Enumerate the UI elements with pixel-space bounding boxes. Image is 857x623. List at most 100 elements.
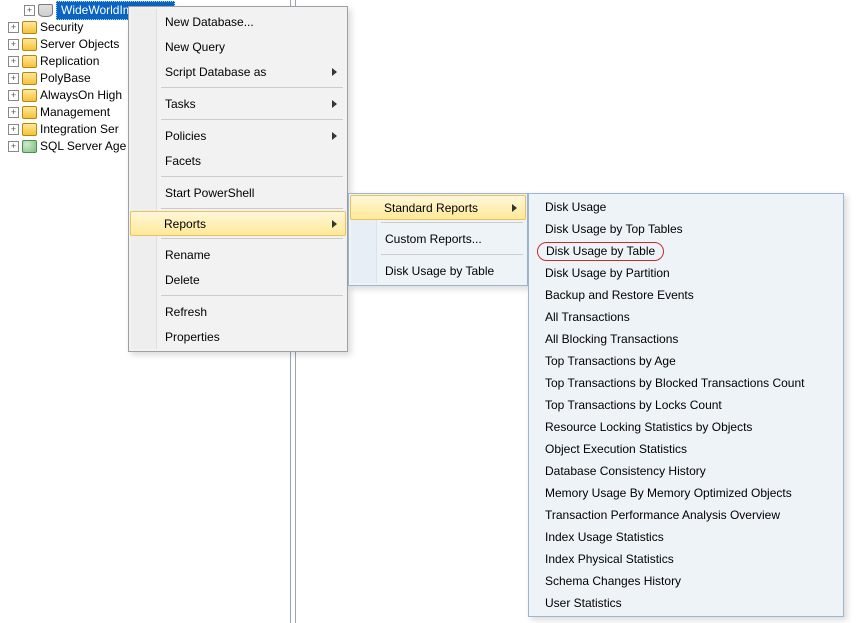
report-item-label: Backup and Restore Events	[545, 288, 694, 302]
report-item[interactable]: Index Physical Statistics	[531, 548, 841, 570]
report-item[interactable]: Index Usage Statistics	[531, 526, 841, 548]
report-item[interactable]: Top Transactions by Blocked Transactions…	[531, 372, 841, 394]
report-item-label: Database Consistency History	[545, 464, 706, 478]
report-item[interactable]: Top Transactions by Age	[531, 350, 841, 372]
menu-item-tasks[interactable]: Tasks	[131, 91, 345, 116]
menu-item-label: Refresh	[165, 305, 207, 319]
report-item[interactable]: Object Execution Statistics	[531, 438, 841, 460]
report-item[interactable]: Disk Usage by Partition	[531, 262, 841, 284]
report-item[interactable]: Disk Usage by Table	[531, 240, 841, 262]
menu-item-dut[interactable]: Disk Usage by Table	[351, 258, 525, 283]
report-item-label: Index Physical Statistics	[545, 552, 674, 566]
menu-item-facets[interactable]: Facets	[131, 148, 345, 173]
folder-icon	[22, 72, 37, 85]
report-item-label: Schema Changes History	[545, 574, 681, 588]
menu-item-label: Properties	[165, 330, 220, 344]
expand-toggle-icon[interactable]: +	[8, 22, 19, 33]
submenu-arrow-icon	[512, 204, 517, 212]
expand-toggle-icon[interactable]: +	[8, 56, 19, 67]
tree-item-label: AlwaysOn High	[40, 87, 122, 104]
menu-item-label: Reports	[164, 217, 206, 231]
report-item-label: Top Transactions by Locks Count	[545, 398, 722, 412]
report-item[interactable]: All Blocking Transactions	[531, 328, 841, 350]
report-item[interactable]: Top Transactions by Locks Count	[531, 394, 841, 416]
expand-toggle-icon[interactable]: +	[8, 39, 19, 50]
report-item-label: Disk Usage by Table	[537, 242, 664, 261]
menu-item-properties[interactable]: Properties	[131, 324, 345, 349]
menu-item-label: New Database...	[165, 15, 254, 29]
report-item-label: Transaction Performance Analysis Overvie…	[545, 508, 780, 522]
tree-item-label: Security	[40, 19, 83, 36]
report-item-label: Object Execution Statistics	[545, 442, 687, 456]
report-item[interactable]: Backup and Restore Events	[531, 284, 841, 306]
report-item-label: Disk Usage by Top Tables	[545, 222, 683, 236]
folder-icon	[22, 21, 37, 34]
report-item-label: Index Usage Statistics	[545, 530, 664, 544]
menu-item-std[interactable]: Standard Reports	[350, 195, 526, 220]
report-item[interactable]: Memory Usage By Memory Optimized Objects	[531, 482, 841, 504]
standard-reports-submenu: Disk Usage Disk Usage by Top Tables Disk U…	[528, 193, 844, 617]
report-item[interactable]: Disk Usage	[531, 196, 841, 218]
submenu-arrow-icon	[332, 100, 337, 108]
expand-toggle-icon[interactable]: +	[8, 107, 19, 118]
menu-separator	[161, 176, 343, 177]
menu-item-label: Standard Reports	[384, 201, 478, 215]
menu-item-new_db[interactable]: New Database...	[131, 9, 345, 34]
report-item[interactable]: Disk Usage by Top Tables	[531, 218, 841, 240]
submenu-arrow-icon	[332, 220, 337, 228]
tree-item-label: PolyBase	[40, 70, 91, 87]
menu-item-label: Policies	[165, 129, 206, 143]
menu-item-label: Start PowerShell	[165, 186, 254, 200]
report-item-label: Top Transactions by Blocked Transactions…	[545, 376, 804, 390]
menu-item-label: Rename	[165, 248, 210, 262]
menu-separator	[161, 208, 343, 209]
menu-item-label: Delete	[165, 273, 200, 287]
expand-toggle-icon[interactable]: +	[8, 124, 19, 135]
folder-icon	[22, 89, 37, 102]
menu-item-label: Disk Usage by Table	[385, 264, 494, 278]
expand-toggle-icon[interactable]: +	[8, 90, 19, 101]
menu-item-new_query[interactable]: New Query	[131, 34, 345, 59]
expand-toggle-icon[interactable]: +	[8, 73, 19, 84]
expand-toggle-icon[interactable]: +	[8, 141, 19, 152]
reports-submenu: Standard Reports Custom Reports... Disk Us…	[348, 193, 528, 286]
agent-icon	[22, 140, 37, 153]
menu-separator	[161, 119, 343, 120]
report-item-label: User Statistics	[545, 596, 622, 610]
report-item-label: Disk Usage	[545, 200, 606, 214]
menu-item-reports[interactable]: Reports	[130, 211, 346, 236]
menu-item-ps[interactable]: Start PowerShell	[131, 180, 345, 205]
report-item[interactable]: Transaction Performance Analysis Overvie…	[531, 504, 841, 526]
expand-toggle-icon[interactable]: +	[24, 5, 35, 16]
folder-icon	[22, 123, 37, 136]
report-item-label: Memory Usage By Memory Optimized Objects	[545, 486, 792, 500]
report-item-label: All Transactions	[545, 310, 630, 324]
menu-item-rename[interactable]: Rename	[131, 242, 345, 267]
report-item[interactable]: Schema Changes History	[531, 570, 841, 592]
tree-item-label: Server Objects	[40, 36, 119, 53]
folder-icon	[22, 106, 37, 119]
submenu-arrow-icon	[332, 132, 337, 140]
tree-item-label: Management	[40, 104, 110, 121]
menu-separator	[381, 254, 523, 255]
report-item[interactable]: Database Consistency History	[531, 460, 841, 482]
database-icon	[38, 4, 53, 17]
menu-item-label: Facets	[165, 154, 201, 168]
report-item-label: Top Transactions by Age	[545, 354, 676, 368]
menu-item-custom[interactable]: Custom Reports...	[351, 226, 525, 251]
report-item[interactable]: All Transactions	[531, 306, 841, 328]
menu-item-delete[interactable]: Delete	[131, 267, 345, 292]
menu-separator	[161, 87, 343, 88]
menu-item-label: Tasks	[165, 97, 196, 111]
menu-item-policies[interactable]: Policies	[131, 123, 345, 148]
database-context-menu: New Database... New QueryScript Database …	[128, 6, 348, 352]
tree-item-label: Replication	[40, 53, 99, 70]
report-item[interactable]: Resource Locking Statistics by Objects	[531, 416, 841, 438]
tree-item-label: SQL Server Age	[40, 138, 126, 155]
menu-item-refresh[interactable]: Refresh	[131, 299, 345, 324]
menu-separator	[381, 222, 523, 223]
menu-separator	[161, 238, 343, 239]
report-item[interactable]: User Statistics	[531, 592, 841, 614]
report-item-label: Disk Usage by Partition	[545, 266, 670, 280]
menu-item-script_as[interactable]: Script Database as	[131, 59, 345, 84]
